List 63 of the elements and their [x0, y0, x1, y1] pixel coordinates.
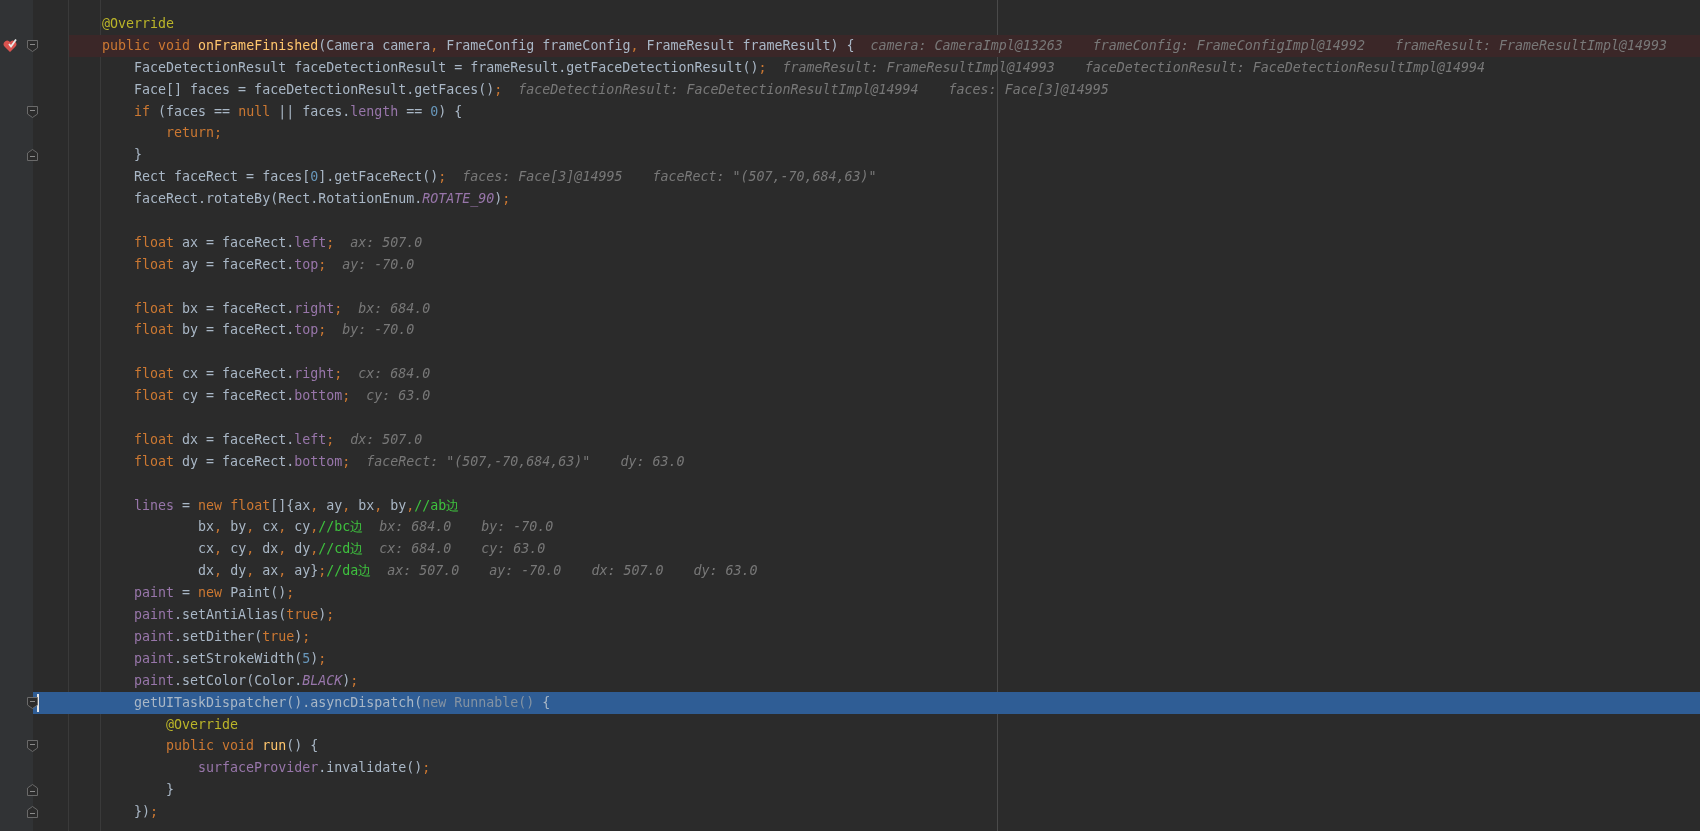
inline-value-hint: cx: 684.0 [379, 540, 452, 559]
code-line: cx, cy, dx, dy,//cd边 [197, 540, 364, 559]
code-line: float cy = faceRect.bottom; [133, 387, 351, 406]
inline-value-hint: dx: 507.0 [591, 562, 664, 581]
inline-value-hint: dx: 507.0 [350, 430, 423, 449]
inline-value-hint: frameConfig: FrameConfigImpl@14992 [1092, 36, 1365, 55]
code-line: paint.setAntiAlias(true); [133, 606, 335, 625]
code-line: public void run() { [165, 737, 319, 756]
code-line: paint = new Paint(); [133, 584, 295, 603]
code-line: float dx = faceRect.left; [133, 430, 335, 449]
inline-value-hint: dy: 63.0 [620, 452, 685, 471]
inline-value-hint: bx: 684.0 [358, 299, 431, 318]
code-line: float dy = faceRect.bottom; [133, 452, 351, 471]
inline-value-hint: ay: -70.0 [342, 255, 415, 274]
inline-value-hint: faces: Face[3]@14995 [948, 80, 1109, 99]
inline-value-hint: frameResult: FrameResultImpl@14993 [1394, 36, 1668, 55]
code-line: bx, by, cx, cy,//bc边 [197, 518, 364, 537]
code-line: paint.setStrokeWidth(5); [133, 649, 327, 668]
fold-end-icon[interactable] [27, 784, 38, 797]
code-line: surfaceProvider.invalidate(); [197, 759, 431, 778]
inline-value-hint: ax: 507.0 [350, 233, 423, 252]
code-line: } [133, 146, 143, 165]
code-line: if (faces == null || faces.length == 0) { [133, 102, 463, 122]
code-line: faceRect.rotateBy(Rect.RotationEnum.ROTATE_90); [133, 190, 511, 209]
fold-collapse-icon[interactable] [27, 696, 38, 709]
inline-value-hint: dy: 63.0 [693, 562, 758, 581]
inline-value-hint: cx: 684.0 [358, 365, 431, 384]
code-line: }); [133, 803, 159, 822]
code-line: float ay = faceRect.top; [133, 255, 327, 274]
inline-value-hint: ay: -70.0 [489, 562, 562, 581]
code-line: getUITaskDispatcher().asyncDispatch(new Runnable() { [133, 693, 551, 712]
inline-value-hint: bx: 684.0 [379, 518, 452, 537]
inline-value-hint: faceDetectionResult: FaceDetectionResultImpl@14994 [518, 80, 919, 99]
code-line: paint.setDither(true); [133, 627, 311, 646]
code-line: Face[] faces = faceDetectionResult.getFaces(); [133, 80, 503, 99]
inline-value-hint: frameResult: FrameResultImpl@14993 [782, 58, 1055, 77]
inline-value-hint: cy: 63.0 [366, 387, 431, 406]
code-line: } [165, 781, 175, 800]
inline-value-hint: faceDetectionResult: FaceDetectionResultImpl@14994 [1084, 58, 1485, 77]
inline-value-hint: faceRect: "(507,-70,684,63)" [366, 452, 591, 471]
inline-value-hint: ax: 507.0 [387, 562, 460, 581]
code-line: float bx = faceRect.right; [133, 299, 343, 318]
code-line: Rect faceRect = faces[0].getFaceRect(); [133, 168, 447, 187]
fold-end-icon[interactable] [27, 149, 38, 162]
inline-value-hint: by: -70.0 [342, 321, 415, 340]
code-line: FaceDetectionResult faceDetectionResult = frameResult.getFaceDetectionResult(); [133, 58, 767, 77]
code-line: float ax = faceRect.left; [133, 233, 335, 252]
code-line: return; [165, 124, 223, 143]
breakpoint-check-icon[interactable] [3, 37, 18, 53]
code-line: float cx = faceRect.right; [133, 365, 343, 384]
inline-value-hint: cy: 63.0 [481, 540, 546, 559]
code-line: paint.setColor(Color.BLACK); [133, 671, 359, 690]
fold-end-icon[interactable] [27, 806, 38, 819]
inline-value-hint: faces: Face[3]@14995 [462, 168, 623, 187]
inline-value-hint: faceRect: "(507,-70,684,63)" [652, 168, 877, 187]
code-line: @Override [101, 15, 175, 33]
code-line: public void onFrameFinished(Camera camera, FrameConfig frameConfig, FrameResult frameResult) { [101, 36, 855, 55]
code-line: float by = faceRect.top; [133, 321, 327, 340]
inline-value-hint: camera: CameraImpl@13263 [870, 36, 1063, 55]
inline-value-hint: by: -70.0 [481, 518, 554, 537]
code-line: lines = new float[]{ax, ay, bx, by,//ab边 [133, 496, 460, 515]
code-line: dx, dy, ax, ay};//da边 [197, 562, 372, 581]
code-line: @Override [165, 715, 239, 734]
